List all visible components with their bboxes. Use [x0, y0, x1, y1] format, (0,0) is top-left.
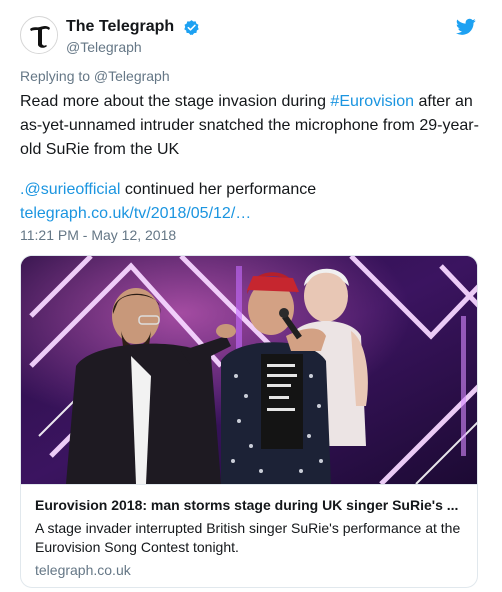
- display-name[interactable]: The Telegraph: [66, 18, 174, 36]
- telegraph-logo-icon[interactable]: [20, 16, 58, 54]
- verified-badge-icon: [183, 19, 200, 36]
- tweet-text: Read more about the stage invasion durin…: [20, 90, 482, 226]
- mention-link[interactable]: .@surieofficial: [20, 181, 120, 198]
- author-block[interactable]: The Telegraph @Telegraph: [66, 18, 200, 55]
- replying-to[interactable]: Replying to @Telegraph: [20, 68, 170, 84]
- hashtag-link[interactable]: #Eurovision: [330, 93, 414, 110]
- handle[interactable]: @Telegraph: [66, 39, 200, 55]
- timestamp[interactable]: 11:21 PM - May 12, 2018: [20, 227, 176, 243]
- card-body[interactable]: Eurovision 2018: man storms stage during…: [21, 484, 477, 587]
- tweet-card: The Telegraph @Telegraph Replying to @Te…: [0, 0, 502, 592]
- url-link[interactable]: telegraph.co.uk/tv/2018/05/12/…: [20, 205, 251, 222]
- card-domain: telegraph.co.uk: [35, 562, 131, 578]
- twitter-bird-icon[interactable]: [455, 18, 476, 36]
- text-segment: Read more about the stage invasion durin…: [20, 93, 331, 110]
- tweet-header: The Telegraph @Telegraph: [20, 16, 482, 60]
- card-description: A stage invader interrupted British sing…: [35, 520, 461, 555]
- card-title[interactable]: Eurovision 2018: man storms stage during…: [35, 495, 465, 515]
- text-segment: continued her performance: [120, 181, 317, 198]
- link-card[interactable]: Eurovision 2018: man storms stage during…: [20, 255, 478, 588]
- stage-invasion-photo[interactable]: [21, 256, 477, 484]
